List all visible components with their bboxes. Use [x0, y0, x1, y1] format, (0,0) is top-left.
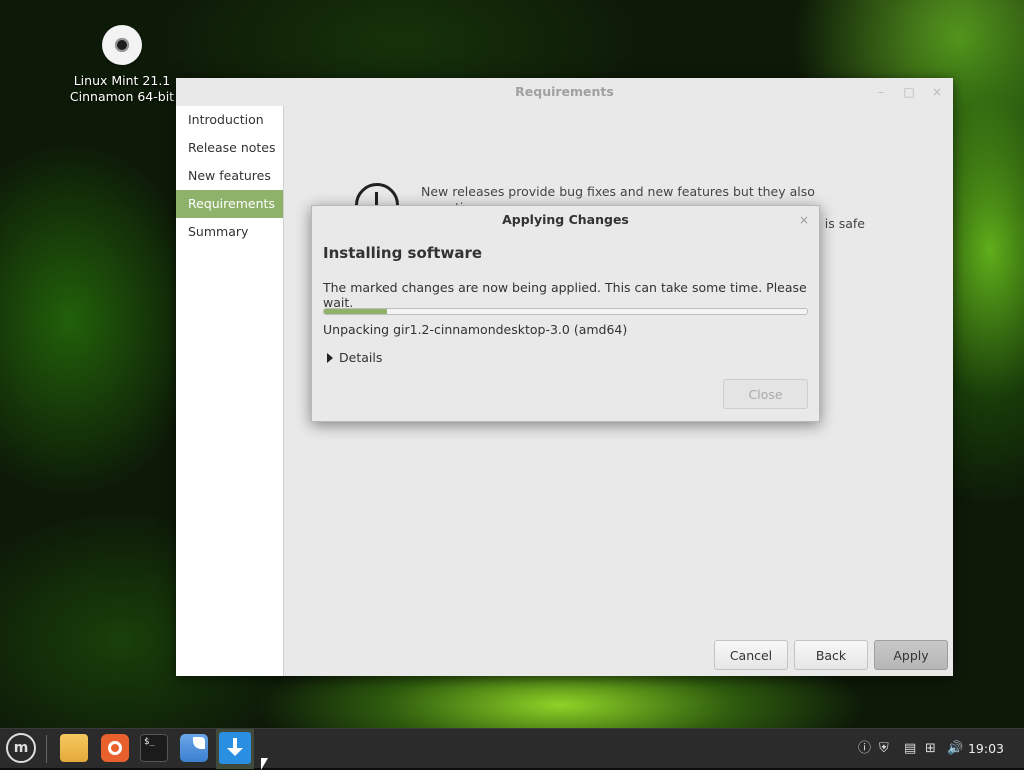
maximize-button[interactable]: □ — [901, 78, 917, 106]
dialog-heading: Installing software — [323, 244, 483, 262]
taskbar-separator — [46, 735, 47, 763]
volume-icon[interactable]: 🔊 — [947, 729, 963, 769]
apply-button[interactable]: Apply — [874, 640, 948, 670]
desktop-icon-install[interactable]: Linux Mint 21.1 Cinnamon 64-bit — [62, 25, 182, 105]
sidebar-item-new-features[interactable]: New features — [176, 162, 283, 190]
info-icon[interactable]: ⓘ — [858, 729, 871, 769]
dialog-title: Applying Changes — [502, 212, 629, 227]
firefox-icon[interactable] — [101, 734, 129, 762]
desktop-icon-label: Linux Mint 21.1 Cinnamon 64-bit — [69, 73, 175, 104]
window-title: Requirements — [176, 78, 953, 106]
details-expander[interactable]: Details — [327, 350, 382, 365]
sidebar-item-release-notes[interactable]: Release notes — [176, 134, 283, 162]
mouse-cursor-icon — [261, 758, 268, 770]
progress-fill — [324, 309, 387, 314]
cancel-button[interactable]: Cancel — [714, 640, 788, 670]
sidebar: Introduction Release notes New features … — [176, 106, 284, 676]
update-manager-icon[interactable] — [219, 732, 251, 764]
taskbar: m $_ ⓘ ⛨ ▤ ⊞ 🔊 19:03 — [0, 728, 1024, 769]
folder-icon[interactable] — [60, 734, 88, 762]
back-button[interactable]: Back — [794, 640, 868, 670]
sidebar-item-requirements[interactable]: Requirements — [176, 190, 283, 218]
network-icon[interactable]: ⊞ — [925, 729, 936, 769]
clock[interactable]: 19:03 — [968, 729, 1004, 769]
terminal-icon[interactable]: $_ — [140, 734, 168, 762]
clipboard-icon[interactable]: ▤ — [904, 729, 916, 769]
dialog-close-icon[interactable]: × — [799, 206, 809, 234]
menu-icon[interactable]: m — [6, 733, 36, 763]
sidebar-item-introduction[interactable]: Introduction — [176, 106, 283, 134]
dialog-message: The marked changes are now being applied… — [323, 280, 807, 310]
close-button[interactable]: Close — [723, 379, 808, 409]
close-window-button[interactable]: × — [929, 78, 945, 106]
minimize-button[interactable]: – — [873, 78, 889, 106]
shield-icon[interactable]: ⛨ — [879, 729, 889, 769]
sidebar-item-summary[interactable]: Summary — [176, 218, 283, 246]
disc-icon — [102, 25, 142, 65]
applying-changes-dialog: Applying Changes × Installing software T… — [311, 205, 820, 422]
expand-triangle-icon — [327, 353, 333, 363]
progress-status: Unpacking gir1.2-cinnamondesktop-3.0 (am… — [323, 322, 628, 337]
files-icon[interactable] — [180, 734, 208, 762]
install-progress-bar — [323, 308, 808, 315]
